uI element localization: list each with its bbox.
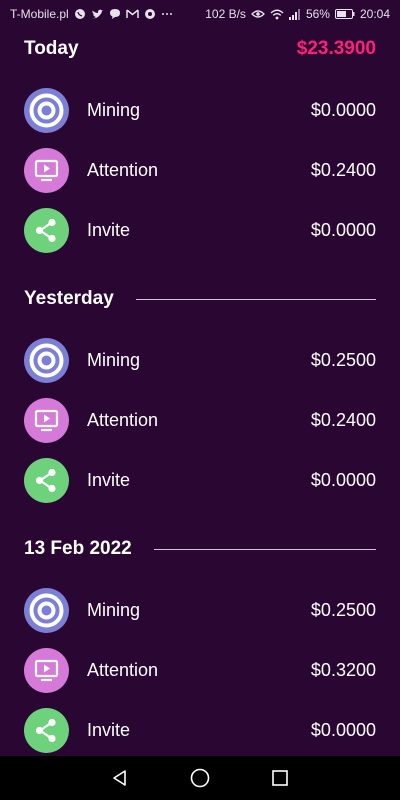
section-title: Yesterday — [24, 288, 114, 309]
signal-icon — [288, 8, 301, 20]
status-right: 102 B/s 56% 20:04 — [205, 7, 390, 21]
back-icon[interactable] — [100, 758, 140, 798]
row-amount: $0.0000 — [310, 99, 376, 120]
row-amount: $0.2500 — [310, 349, 376, 370]
row-label: Invite — [87, 219, 131, 240]
mining-icon — [24, 337, 69, 383]
list-item-invite[interactable]: Invite $0.0000 — [24, 457, 376, 503]
twitter-icon — [91, 9, 104, 20]
eye-icon — [251, 9, 265, 19]
row-amount: $0.2400 — [310, 159, 376, 180]
gmail-icon — [125, 9, 139, 19]
list-item-invite[interactable]: Invite $0.0000 — [24, 207, 376, 253]
attention-icon — [24, 147, 69, 193]
section-header-date: 13 Feb 2022 — [24, 535, 376, 563]
row-amount: $0.0000 — [310, 719, 376, 740]
row-label: Mining — [87, 599, 141, 620]
row-label: Mining — [87, 349, 141, 370]
list-item-attention[interactable]: Attention $0.2400 — [24, 397, 376, 443]
carrier-label: T-Mobile.pl — [10, 7, 69, 21]
earnings-list[interactable]: Today $23.3900 Mining $0.0000 Attention … — [0, 28, 400, 756]
wifi-icon — [270, 9, 284, 20]
row-amount: $0.0000 — [310, 469, 376, 490]
list-item-mining[interactable]: Mining $0.2500 — [24, 587, 376, 633]
row-label: Attention — [87, 159, 159, 180]
more-icon — [161, 12, 173, 16]
row-label: Invite — [87, 469, 131, 490]
list-item-attention[interactable]: Attention $0.2400 — [24, 147, 376, 193]
section-divider — [135, 298, 376, 300]
list-item-invite[interactable]: Invite $0.0000 — [24, 707, 376, 753]
battery-label: 56% — [305, 7, 330, 21]
chrome-icon — [144, 8, 156, 20]
recents-icon[interactable] — [260, 758, 300, 798]
status-bar: T-Mobile.pl 102 B/s 56% 20:04 — [0, 0, 400, 28]
row-label: Invite — [87, 719, 131, 740]
chat-icon — [109, 8, 121, 20]
share-icon — [24, 207, 69, 253]
home-icon[interactable] — [180, 758, 220, 798]
mining-icon — [24, 87, 69, 133]
share-icon — [24, 457, 69, 503]
section-title: Today — [24, 38, 79, 59]
attention-icon — [24, 397, 69, 443]
attention-icon — [24, 647, 69, 693]
row-amount: $0.2500 — [310, 599, 376, 620]
row-label: Attention — [87, 659, 159, 680]
section-header-yesterday: Yesterday — [24, 285, 376, 313]
list-item-attention[interactable]: Attention $0.3200 — [24, 647, 376, 693]
time-label: 20:04 — [359, 7, 390, 21]
row-amount: $0.2400 — [310, 409, 376, 430]
mining-icon — [24, 587, 69, 633]
battery-icon — [334, 9, 355, 19]
row-label: Attention — [87, 409, 159, 430]
row-amount: $0.3200 — [310, 659, 376, 680]
speed-label: 102 B/s — [205, 7, 246, 21]
row-amount: $0.0000 — [310, 219, 376, 240]
list-item-mining[interactable]: Mining $0.2500 — [24, 337, 376, 383]
section-title: 13 Feb 2022 — [24, 538, 132, 559]
status-left: T-Mobile.pl — [10, 7, 173, 21]
section-header-today: Today $23.3900 — [24, 35, 376, 63]
section-divider — [153, 548, 376, 550]
navigation-bar — [0, 756, 400, 800]
whatsapp-icon — [74, 8, 86, 20]
share-icon — [24, 707, 69, 753]
row-label: Mining — [87, 99, 141, 120]
total-amount: $23.3900 — [296, 38, 376, 59]
list-item-mining[interactable]: Mining $0.0000 — [24, 87, 376, 133]
